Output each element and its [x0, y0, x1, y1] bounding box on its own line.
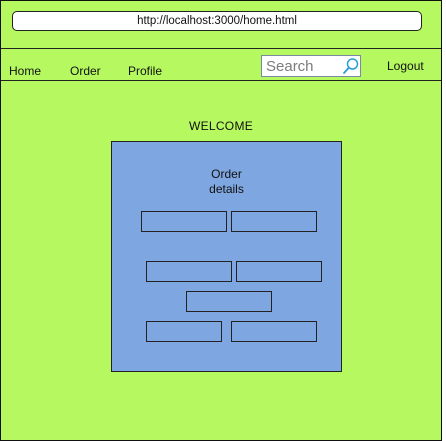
order-details-title-line2: details	[209, 182, 244, 196]
order-details-panel: Order details	[111, 141, 342, 372]
app-window: http://localhost:3000/home.html Home Ord…	[0, 0, 442, 441]
header-top-divider	[1, 48, 441, 49]
order-details-title-line1: Order	[211, 167, 242, 181]
welcome-heading: WELCOME	[188, 119, 254, 133]
order-field-7[interactable]	[231, 321, 317, 342]
order-field-4[interactable]	[236, 261, 322, 282]
nav-order-link[interactable]: Order	[70, 64, 101, 78]
address-bar[interactable]: http://localhost:3000/home.html	[12, 11, 422, 31]
search-box[interactable]	[261, 55, 361, 77]
nav-home-link[interactable]: Home	[9, 64, 41, 78]
nav-profile-link[interactable]: Profile	[128, 64, 162, 78]
order-details-title: Order details	[112, 167, 341, 197]
order-field-6[interactable]	[146, 321, 222, 342]
order-field-3[interactable]	[146, 261, 232, 282]
order-field-1[interactable]	[141, 211, 227, 232]
order-field-5[interactable]	[186, 291, 272, 312]
search-icon[interactable]	[342, 57, 360, 75]
search-input[interactable]	[266, 56, 338, 76]
order-field-2[interactable]	[231, 211, 317, 232]
header-bottom-divider	[1, 80, 441, 81]
logout-link[interactable]: Logout	[387, 59, 424, 73]
